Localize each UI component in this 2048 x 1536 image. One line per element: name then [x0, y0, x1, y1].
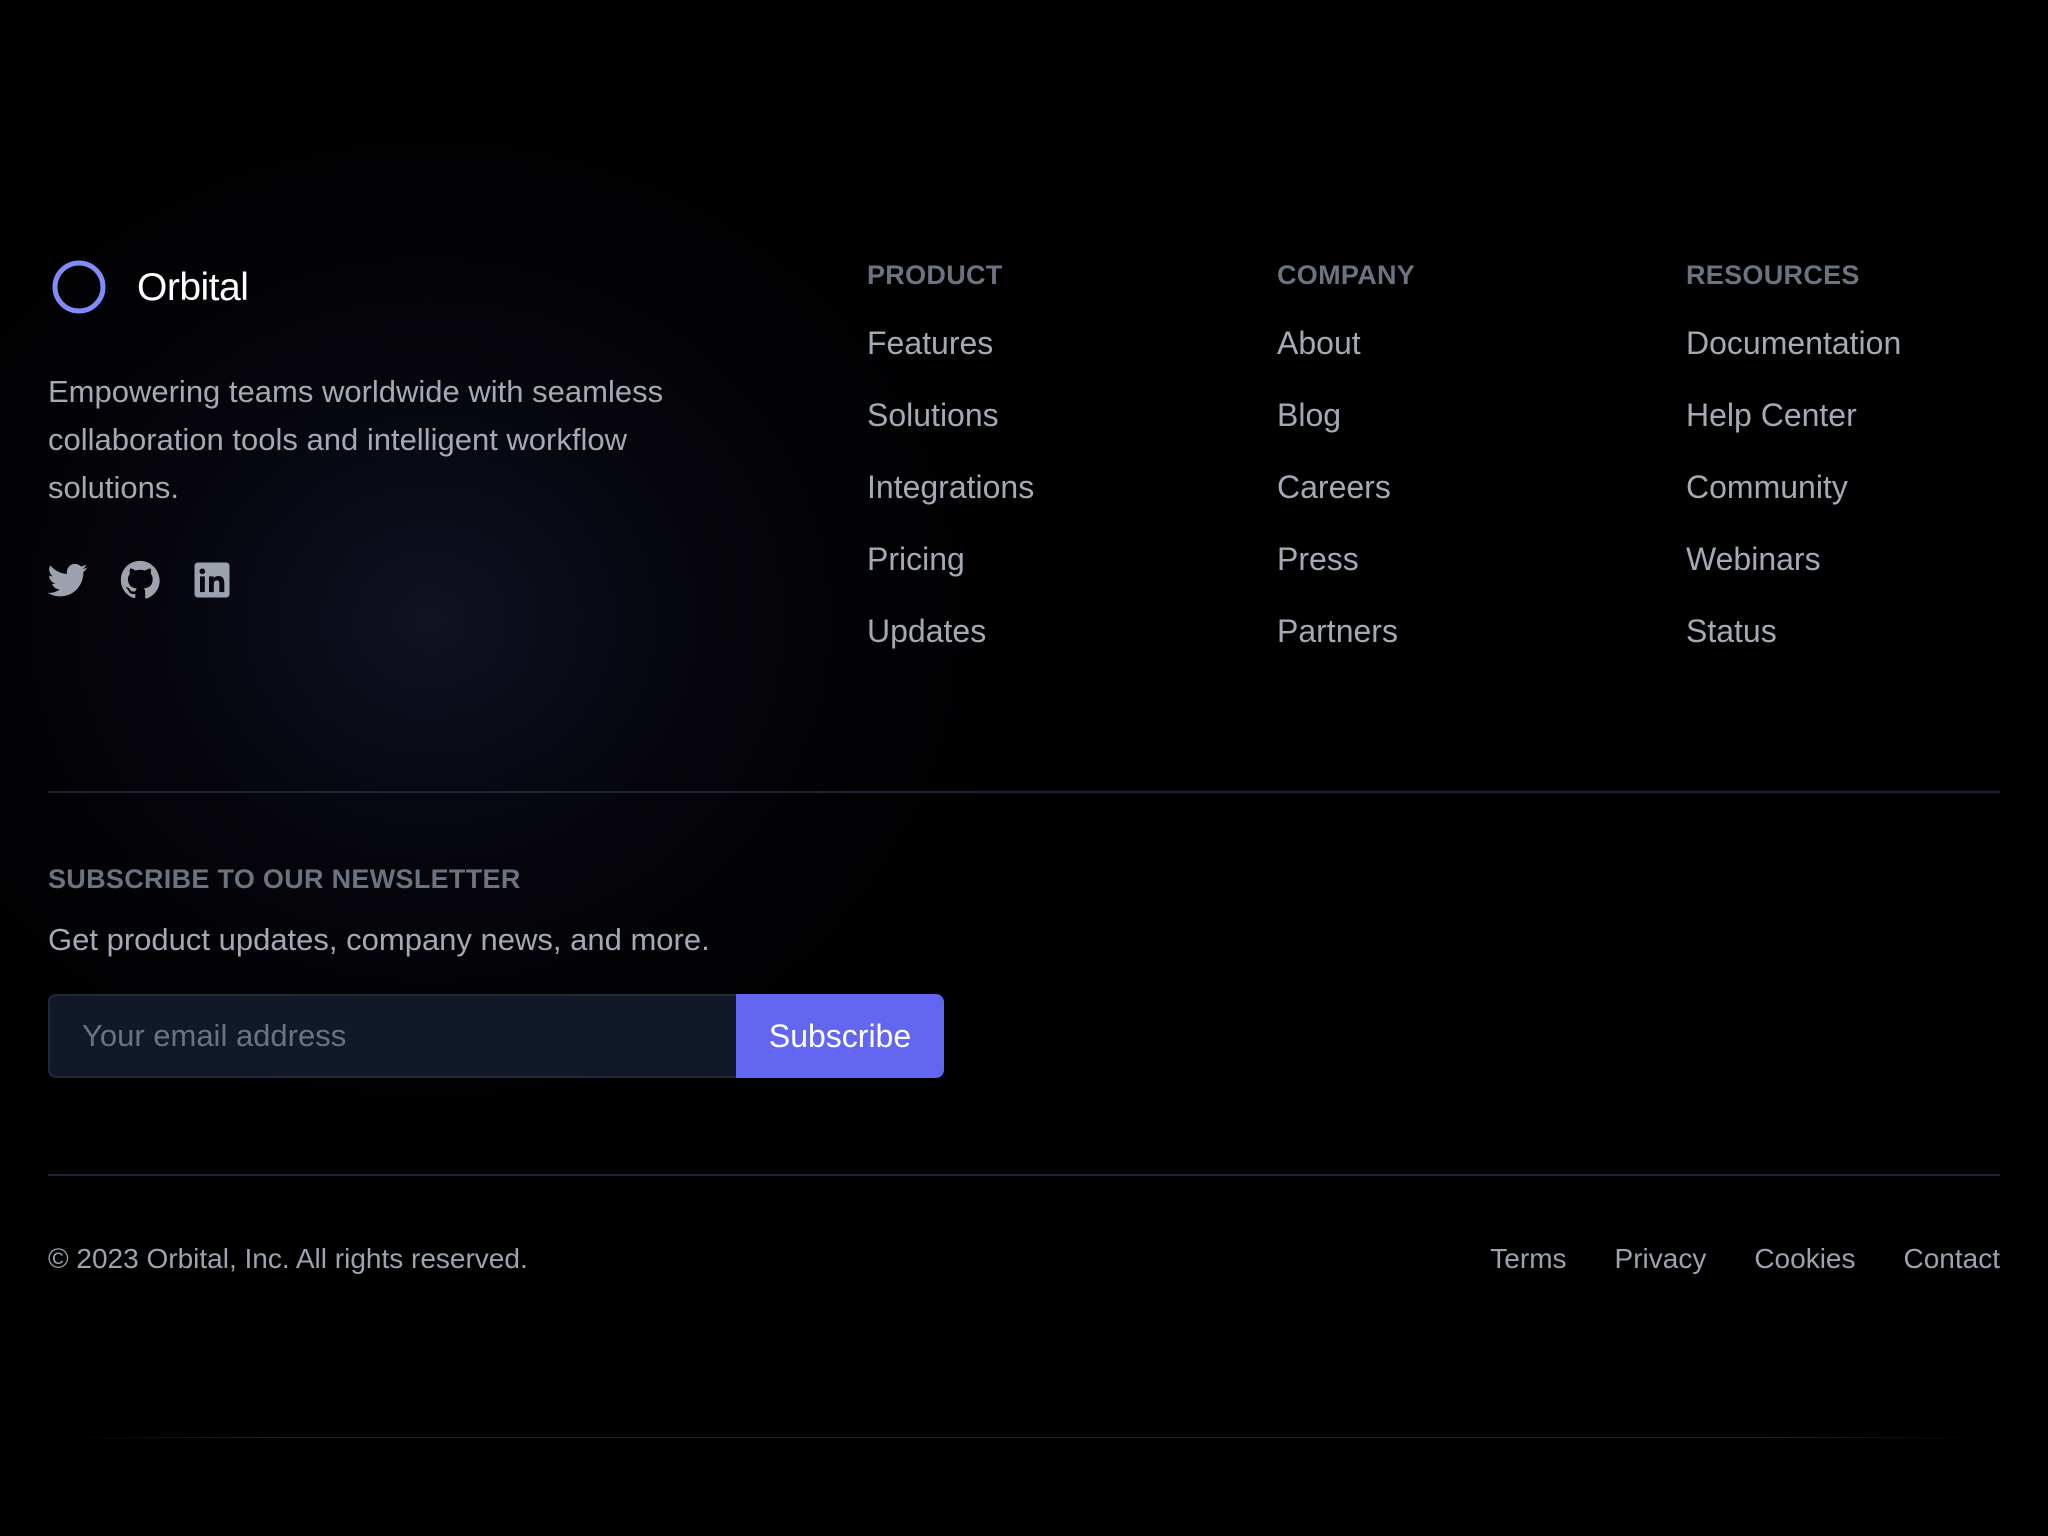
product-column-title: PRODUCT: [867, 260, 1003, 290]
link-community[interactable]: Community: [1686, 469, 1848, 505]
link-webinars[interactable]: Webinars: [1686, 541, 1821, 577]
company-column-title: COMPANY: [1277, 260, 1416, 290]
legal-links: Terms Privacy Cookies Contact: [1442, 1241, 2000, 1277]
link-cookies[interactable]: Cookies: [1754, 1241, 1855, 1277]
social-links: [48, 560, 264, 600]
link-contact[interactable]: Contact: [1904, 1241, 2001, 1277]
company-links: About Blog Careers Press Partners: [1277, 326, 1415, 686]
link-about[interactable]: About: [1277, 325, 1361, 361]
product-links: Features Solutions Integrations Pricing …: [867, 326, 1034, 686]
bottom-divider: [60, 1437, 1988, 1438]
link-blog[interactable]: Blog: [1277, 397, 1341, 433]
company-column: COMPANY About Blog Careers Press Partner…: [1277, 258, 1415, 686]
link-careers[interactable]: Careers: [1277, 469, 1391, 505]
link-integrations[interactable]: Integrations: [867, 469, 1034, 505]
link-pricing[interactable]: Pricing: [867, 541, 965, 577]
link-documentation[interactable]: Documentation: [1686, 325, 1901, 361]
ring-logo-icon: [52, 260, 106, 314]
divider: [48, 791, 2000, 793]
email-input[interactable]: [48, 994, 736, 1078]
link-help-center[interactable]: Help Center: [1686, 397, 1857, 433]
copyright-text: © 2023 Orbital, Inc. All rights reserved…: [48, 1243, 528, 1274]
brand-name: Orbital: [137, 265, 249, 309]
footer: Orbital Empowering teams worldwide with …: [0, 0, 2048, 1536]
link-terms[interactable]: Terms: [1490, 1241, 1566, 1277]
link-status[interactable]: Status: [1686, 613, 1777, 649]
link-partners[interactable]: Partners: [1277, 613, 1398, 649]
link-features[interactable]: Features: [867, 325, 993, 361]
product-column: PRODUCT Features Solutions Integrations …: [867, 258, 1034, 686]
link-press[interactable]: Press: [1277, 541, 1359, 577]
subscribe-button[interactable]: Subscribe: [736, 994, 944, 1078]
resources-column: RESOURCES Documentation Help Center Comm…: [1686, 258, 1901, 686]
linkedin-link[interactable]: [192, 560, 232, 600]
link-privacy[interactable]: Privacy: [1615, 1241, 1707, 1277]
link-solutions[interactable]: Solutions: [867, 397, 999, 433]
linkedin-icon: [194, 562, 230, 598]
resources-column-title: RESOURCES: [1686, 260, 1860, 290]
resources-links: Documentation Help Center Community Webi…: [1686, 326, 1901, 686]
newsletter-title: SUBSCRIBE TO OUR NEWSLETTER: [48, 864, 521, 894]
link-updates[interactable]: Updates: [867, 613, 986, 649]
newsletter-form: Subscribe: [48, 994, 944, 1078]
newsletter-description: Get product updates, company news, and m…: [48, 922, 710, 957]
github-icon: [120, 560, 160, 599]
brand[interactable]: Orbital: [52, 260, 249, 314]
divider: [48, 1174, 2000, 1176]
github-link[interactable]: [120, 560, 160, 600]
brand-tagline: Empowering teams worldwide with seamless…: [48, 374, 664, 505]
twitter-link[interactable]: [48, 560, 88, 600]
twitter-icon: [48, 563, 88, 597]
